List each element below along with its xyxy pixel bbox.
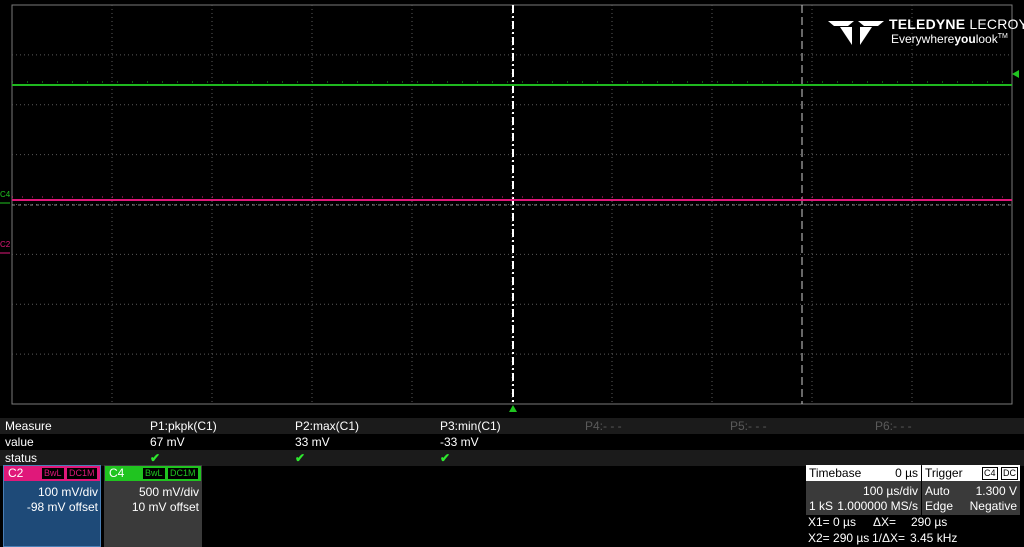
trigger-type: Edge (925, 499, 954, 513)
c4-bandwidth-badge: BwL (142, 467, 166, 480)
p1-status-check-icon: ✔ (150, 451, 161, 465)
teledyne-lecroy-logo: TELEDYNE LECROY EverywhereyoulookTM (826, 15, 1024, 51)
param-p4-label[interactable]: P4:- - - (585, 418, 622, 434)
waveform-grid[interactable] (0, 0, 1024, 418)
teledyne-emblem-icon (828, 21, 884, 45)
status-row-label: status (5, 451, 38, 465)
c4-ground-label: C4 (0, 190, 11, 199)
cursor-dx-value: 290 µs (911, 515, 948, 529)
param-p3-label[interactable]: P3:min(C1) (440, 418, 501, 434)
brand-name-thin: LECROY (969, 16, 1024, 32)
c4-coupling-badge: DC1M (167, 467, 199, 480)
trigger-level: 1.300 V (975, 484, 1017, 498)
p3-status-check-icon: ✔ (440, 451, 451, 465)
p2-status-check-icon: ✔ (295, 451, 306, 465)
cursor-x1: X1= 0 µs (808, 515, 856, 529)
param-p2-value: 33 mV (295, 435, 330, 449)
c2-offset: -98 mV offset (26, 500, 98, 514)
param-p3-value: -33 mV (440, 435, 479, 449)
trigger-slope: Negative (969, 499, 1017, 513)
cursor-dx-label: ΔX= (873, 515, 897, 529)
brand-name: TELEDYNE (889, 16, 966, 32)
cursor-inv-value: 3.45 kHz (910, 531, 958, 545)
trigger-descriptor[interactable]: Trigger C4 DC Auto 1.300 V Edge Negative (922, 465, 1020, 515)
trigger-source-badge: C4 (982, 467, 998, 480)
cursor-x2: X2= 290 µs (808, 531, 870, 545)
c2-scale: 100 mV/div (37, 485, 98, 499)
param-p5-label[interactable]: P5:- - - (730, 418, 767, 434)
c4-scale: 500 mV/div (138, 485, 199, 499)
c2-bandwidth-badge: BwL (41, 467, 65, 480)
cursor-readout-line2: X2= 290 µs 1/ΔX= 3.45 kHz (808, 531, 957, 545)
measure-title: Measure (5, 419, 52, 433)
timebase-delay: 0 µs (895, 466, 918, 480)
c2-ground-label: C2 (0, 240, 11, 249)
timebase-per-div: 100 µs/div (863, 484, 918, 498)
c4-name: C4 (109, 466, 125, 480)
tagline-part1: Everywhere (891, 32, 955, 46)
value-row-label: value (5, 435, 34, 449)
tagline-part3: look (975, 32, 998, 46)
tagline-part2: you (954, 32, 976, 46)
param-p1-label[interactable]: P1:pkpk(C1) (150, 418, 217, 434)
cursor-inv-label: 1/ΔX= (872, 531, 906, 545)
c2-coupling-badge: DC1M (66, 467, 98, 480)
channel-c4-descriptor[interactable]: C4 BwL DC1M 500 mV/div 10 mV offset (104, 465, 202, 547)
trigger-label: Trigger (925, 466, 963, 480)
trigger-mode: Auto (925, 484, 950, 498)
channel-c2-descriptor[interactable]: C2 BwL DC1M 100 mV/div -98 mV offset (3, 465, 101, 547)
cursor-readout-line1: X1= 0 µs ΔX= 290 µs (808, 515, 947, 529)
timebase-descriptor[interactable]: Timebase 0 µs 100 µs/div 1 kS 1.000000 M… (806, 465, 921, 515)
timebase-rate: 1.000000 MS/s (837, 499, 918, 513)
param-p2-label[interactable]: P2:max(C1) (295, 418, 359, 434)
param-p6-label[interactable]: P6:- - - (875, 418, 912, 434)
param-p1-value: 67 mV (150, 435, 185, 449)
measurement-table[interactable]: Measure P1:pkpk(C1) P2:max(C1) P3:min(C1… (0, 418, 1024, 466)
trigger-coupling-badge: DC (1001, 467, 1018, 480)
timebase-samples: 1 kS (809, 499, 834, 513)
timebase-label: Timebase (809, 466, 862, 480)
c2-name: C2 (8, 466, 24, 480)
c4-offset: 10 mV offset (131, 500, 199, 514)
trademark: TM (997, 33, 1008, 40)
